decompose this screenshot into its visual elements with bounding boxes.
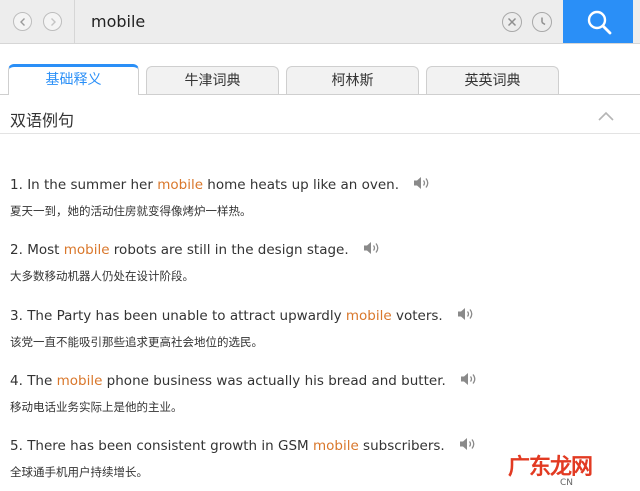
search-icon bbox=[587, 10, 612, 35]
example-translation: 移动电话业务实际上是他的主业。 bbox=[10, 400, 183, 414]
sentence-text: home heats up like an oven. bbox=[203, 177, 399, 193]
tab-label: 基础释义 bbox=[45, 72, 102, 88]
keyword-highlight[interactable]: mobile bbox=[313, 438, 359, 454]
sentence-text: There has been consistent growth in GSM bbox=[27, 438, 313, 454]
forward-button[interactable] bbox=[43, 12, 62, 31]
search-bar: mobile bbox=[0, 0, 640, 44]
example-number: 5. bbox=[10, 438, 23, 454]
keyword-highlight[interactable]: mobile bbox=[157, 177, 203, 193]
speaker-icon[interactable] bbox=[459, 437, 479, 451]
section-divider bbox=[0, 133, 640, 134]
clear-button[interactable] bbox=[502, 12, 522, 32]
example-number: 3. bbox=[10, 308, 23, 324]
history-button[interactable] bbox=[532, 12, 552, 32]
search-button[interactable] bbox=[563, 0, 633, 43]
tab-english-english[interactable]: 英英词典 bbox=[426, 66, 559, 94]
keyword-highlight[interactable]: mobile bbox=[346, 308, 392, 324]
sentence-text: The Party has been unable to attract upw… bbox=[27, 308, 346, 324]
example-item: 2. Most mobile robots are still in the d… bbox=[10, 241, 610, 284]
example-translation: 夏天一到，她的活动住房就变得像烤炉一样热。 bbox=[10, 204, 252, 218]
tab-collins[interactable]: 柯林斯 bbox=[286, 66, 419, 94]
example-number: 2. bbox=[10, 242, 23, 258]
sentence-text: Most bbox=[27, 242, 64, 258]
chevron-up-icon[interactable] bbox=[597, 110, 615, 122]
tab-basic-definition[interactable]: 基础释义 bbox=[8, 64, 139, 95]
sentence-text: phone business was actually his bread an… bbox=[102, 373, 446, 389]
keyword-highlight[interactable]: mobile bbox=[57, 373, 103, 389]
chevron-left-icon bbox=[20, 18, 25, 26]
sentence-text: subscribers. bbox=[358, 438, 445, 454]
example-sentence: 3. The Party has been unable to attract … bbox=[10, 307, 610, 325]
example-item: 1. In the summer her mobile home heats u… bbox=[10, 176, 610, 219]
speaker-icon[interactable] bbox=[457, 307, 477, 321]
back-button[interactable] bbox=[13, 12, 32, 31]
sentence-text: robots are still in the design stage. bbox=[109, 242, 349, 258]
keyword-highlight[interactable]: mobile bbox=[64, 242, 110, 258]
tab-label: 牛津词典 bbox=[184, 73, 241, 89]
sentence-text: voters. bbox=[391, 308, 443, 324]
example-item: 4. The mobile phone business was actuall… bbox=[10, 372, 610, 415]
speaker-icon[interactable] bbox=[413, 176, 433, 190]
close-icon bbox=[507, 17, 517, 27]
nav-divider bbox=[74, 0, 75, 43]
example-number: 1. bbox=[10, 177, 23, 193]
example-sentence: 2. Most mobile robots are still in the d… bbox=[10, 241, 610, 259]
sentence-text: The bbox=[27, 373, 57, 389]
search-input[interactable]: mobile bbox=[91, 11, 145, 33]
example-item: 3. The Party has been unable to attract … bbox=[10, 307, 610, 350]
tab-oxford[interactable]: 牛津词典 bbox=[146, 66, 279, 94]
example-sentence: 1. In the summer her mobile home heats u… bbox=[10, 176, 610, 194]
speaker-icon[interactable] bbox=[363, 241, 383, 255]
watermark-site: CN bbox=[560, 478, 574, 488]
example-translation: 该党一直不能吸引那些追求更高社会地位的选民。 bbox=[10, 335, 263, 349]
sentence-text: In the summer her bbox=[27, 177, 158, 193]
clock-icon bbox=[541, 17, 546, 26]
tab-label: 英英词典 bbox=[464, 73, 521, 89]
section-title: 双语例句 bbox=[10, 111, 75, 130]
speaker-icon[interactable] bbox=[460, 372, 480, 386]
example-sentence: 4. The mobile phone business was actuall… bbox=[10, 372, 610, 390]
example-number: 4. bbox=[10, 373, 23, 389]
tab-label: 柯林斯 bbox=[331, 73, 374, 89]
chevron-right-icon bbox=[51, 18, 56, 26]
watermark-logo: 广东龙网 bbox=[508, 455, 593, 480]
example-translation: 大多数移动机器人仍处在设计阶段。 bbox=[10, 269, 194, 283]
